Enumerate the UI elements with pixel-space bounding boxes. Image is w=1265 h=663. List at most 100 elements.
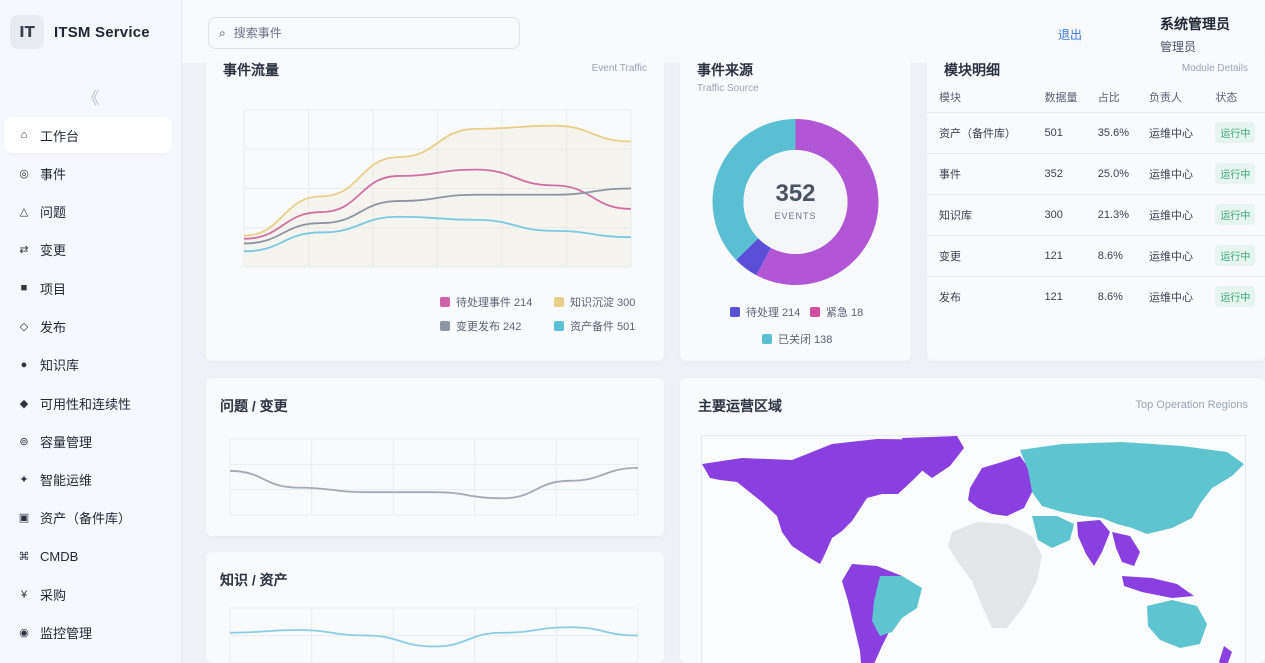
sidebar-item[interactable]: ⌘ CMDB [4,538,172,574]
traffic-source-subtitle: Traffic Source [697,83,759,94]
table-cell: 121 [1032,234,1086,276]
table-cell: 35.6% [1085,111,1137,153]
table-header-cell[interactable]: 数据量 [1032,82,1085,112]
search-icon: ⌕ [219,25,226,40]
table-cell: 300 [1032,193,1086,235]
table-cell: 运维中心 [1136,275,1204,317]
app-title: ITSM Service [54,23,150,41]
donut-center-value: 352 [775,180,816,207]
app-logo: IT [10,15,44,49]
legend-item[interactable]: 知识沉淀 300 [554,294,635,310]
module-details-card: 模块明细 Module Details 模块 数据量 占比 负责人 状态 资产（备件库） 5… [927,52,1265,361]
regions-title: 主要运营区域 [698,398,782,414]
legend-label: 知识沉淀 300 [570,297,636,309]
legend-item[interactable]: 待处理事件 214 [440,294,532,310]
legend-item[interactable]: 资产备件 501 [554,318,635,334]
sidebar-item[interactable]: ⌂ 工作台 [4,117,172,153]
table-row[interactable]: 发布 121 8.6% 运维中心 运行中 [927,275,1265,317]
map-region-brazil [872,576,922,636]
sidebar-item[interactable]: ⊚ 容量管理 [4,423,172,459]
table-cell: 事件 [927,152,1033,194]
legend-item[interactable]: 待处理 214 [730,304,800,320]
legend-swatch [440,297,450,307]
legend-label: 已关闭 138 [778,334,833,346]
sidebar-item[interactable]: ◎ 事件 [4,155,172,191]
sidebar-item-label: 可用性和连续性 [40,396,132,412]
logout-link[interactable]: 退出 [1058,26,1082,43]
table-cell: 运行中 [1203,234,1265,276]
sidebar-item-label: 监控管理 [40,626,93,642]
sidebar-item-icon: ▣ [18,512,30,525]
traffic-source-title: 事件来源 [697,62,753,78]
sidebar-item-icon: ⌂ [20,129,28,141]
problem-change-chart [229,438,639,516]
table-cell: 25.0% [1085,152,1137,194]
table-cell: 运行中 [1203,193,1265,235]
map-region-middle-east [1032,516,1074,548]
user-info[interactable]: 系统管理员 管理员 [1160,14,1230,55]
legend-swatch [810,307,820,317]
knowledge-asset-chart [229,607,639,663]
world-map[interactable] [701,435,1246,663]
table-cell: 运行中 [1203,111,1265,153]
legend-label: 待处理事件 214 [456,297,533,309]
table-header-cell[interactable]: 负责人 [1137,82,1203,112]
table-cell: 运行中 [1203,152,1265,194]
table-row[interactable]: 知识库 300 21.3% 运维中心 运行中 [927,193,1265,235]
sidebar-item[interactable]: ■ 项目 [4,270,172,306]
sidebar-item[interactable]: ⇄ 变更 [4,232,172,268]
map-region-africa [948,522,1042,628]
sidebar-item[interactable]: ✦ 智能运维 [4,462,172,498]
sidebar-item-label: 容量管理 [40,434,93,450]
sidebar-item-label: 项目 [40,281,67,297]
sidebar-item[interactable]: ● 知识库 [4,347,172,383]
sidebar-item-icon: ✦ [19,474,29,487]
search-box[interactable]: ⌕ [208,17,520,49]
table-cell: 21.3% [1085,193,1137,235]
module-details-subtitle: Module Details [1181,63,1248,74]
sidebar-item-icon: △ [19,206,29,219]
brand[interactable]: IT ITSM Service [10,14,150,50]
table-cell: 发布 [927,275,1033,317]
sidebar-item-label: 资产（备件库） [40,511,132,527]
sidebar-item-icon: ◎ [19,167,29,180]
table-row[interactable]: 事件 352 25.0% 运维中心 运行中 [927,152,1265,194]
legend-item[interactable]: 紧急 18 [810,304,863,320]
series-line [229,466,639,500]
table-row[interactable]: 资产（备件库） 501 35.6% 运维中心 运行中 [927,111,1265,153]
world-map-svg [702,436,1244,663]
sidebar-item-icon: ⊚ [19,435,29,448]
sidebar-item[interactable]: ◆ 可用性和连续性 [4,385,172,421]
knowledge-asset-card: 知识 / 资产 [206,552,664,663]
table-header-cell[interactable]: 占比 [1086,82,1137,112]
module-details-table: 模块 数据量 占比 负责人 状态 资产（备件库） 501 35.6% 运维中心 运行中 事件 352 2… [927,82,1265,317]
table-cell: 8.6% [1085,275,1137,317]
table-cell: 运维中心 [1136,111,1204,153]
legend-item[interactable]: 变更发布 242 [440,318,521,334]
sidebar-item[interactable]: ◉ 监控管理 [4,615,172,651]
status-badge: 运行中 [1215,245,1256,266]
problem-change-card: 问题 / 变更 [206,378,664,536]
table-row[interactable]: 变更 121 8.6% 运维中心 运行中 [927,234,1265,276]
table-header-cell[interactable]: 模块 [927,82,1032,112]
map-region-europe [968,456,1034,516]
traffic-source-card: 事件来源 Traffic Source 352 EVENTS 待处理 214 紧急… [680,52,911,361]
sidebar-item-icon: ◉ [19,627,29,640]
module-details-title: 模块明细 [944,62,1000,78]
sidebar-item[interactable]: ◇ 发布 [4,308,172,344]
legend-item[interactable]: 已关闭 138 [762,331,832,347]
table-cell: 352 [1032,152,1086,194]
series-line [229,626,639,648]
sidebar-item[interactable]: △ 问题 [4,194,172,230]
sidebar-item[interactable]: ¥ 采购 [4,577,172,613]
series-area [244,125,631,267]
map-region-indonesia [1122,576,1194,598]
collapse-sidebar-icon[interactable]: 《 [0,84,182,109]
event-traffic-title: 事件流量 [223,62,279,78]
sidebar-item[interactable]: ▣ 资产（备件库） [4,500,172,536]
search-input[interactable] [233,26,494,40]
legend-swatch [554,297,564,307]
sidebar-item-label: 事件 [40,166,67,182]
table-cell: 501 [1032,111,1086,153]
table-header-cell[interactable]: 状态 [1203,82,1265,112]
